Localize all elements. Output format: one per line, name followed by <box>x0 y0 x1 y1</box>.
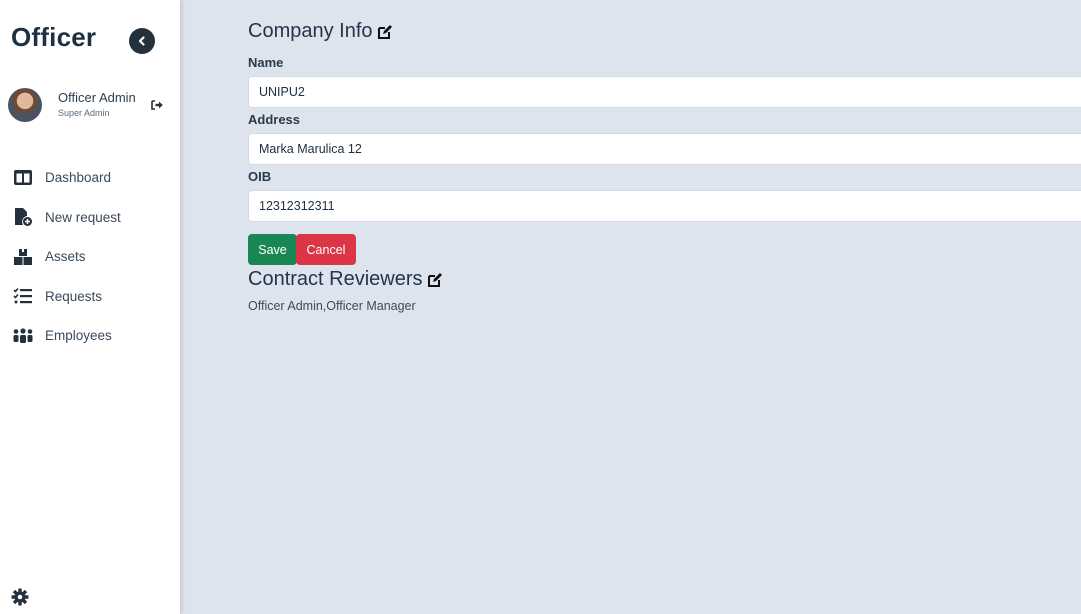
address-label: Address <box>248 112 301 127</box>
sidebar-item-label: New request <box>45 209 121 225</box>
contract-reviewers-title: Contract Reviewers <box>248 268 443 291</box>
company-info-title: Company Info <box>248 20 393 43</box>
edit-icon[interactable] <box>427 272 443 288</box>
assets-icon <box>11 245 35 269</box>
gear-icon[interactable] <box>11 588 29 611</box>
oib-field[interactable] <box>248 190 1081 222</box>
chevron-left-icon <box>138 36 145 46</box>
contract-reviewers-title-text: Contract Reviewers <box>248 268 423 290</box>
name-label: Name <box>248 55 284 70</box>
sidebar-item-new-request[interactable]: New request <box>0 198 180 238</box>
sidebar-item-label: Employees <box>45 328 112 344</box>
name-field[interactable] <box>248 76 1081 108</box>
logout-icon[interactable] <box>151 98 164 116</box>
save-button[interactable]: Save <box>248 234 297 265</box>
sidebar-item-requests[interactable]: Requests <box>0 277 180 317</box>
sidebar-item-label: Requests <box>45 288 103 304</box>
company-info-title-text: Company Info <box>248 20 373 42</box>
sidebar-item-label: Assets <box>45 249 86 265</box>
sidebar-item-dashboard[interactable]: Dashboard <box>0 158 180 198</box>
avatar <box>8 88 42 122</box>
app-brand: Officer <box>11 22 97 52</box>
requests-icon <box>11 284 35 308</box>
sidebar-nav: Dashboard New request Assets Requests Em… <box>0 158 180 356</box>
contract-reviewers-list: Officer Admin,Officer Manager <box>248 299 416 313</box>
dashboard-icon <box>11 166 35 190</box>
sidebar-item-assets[interactable]: Assets <box>0 237 180 277</box>
address-field[interactable] <box>248 133 1081 165</box>
oib-label: OIB <box>248 169 272 184</box>
edit-icon[interactable] <box>377 24 393 40</box>
sidebar-item-label: Dashboard <box>45 170 112 186</box>
user-card: Officer Admin Super Admin <box>8 88 173 124</box>
user-name: Officer Admin <box>58 90 136 105</box>
sidebar: Officer Officer Admin Super Admin Dashbo… <box>0 0 180 614</box>
user-role: Super Admin <box>58 108 110 118</box>
collapse-sidebar-button[interactable] <box>129 28 155 54</box>
employees-icon <box>11 324 35 348</box>
main-content: Company Info Name Address OIB Save Cance… <box>248 0 1081 614</box>
cancel-button[interactable]: Cancel <box>296 234 356 265</box>
new-request-icon <box>11 205 35 229</box>
sidebar-item-employees[interactable]: Employees <box>0 316 180 356</box>
